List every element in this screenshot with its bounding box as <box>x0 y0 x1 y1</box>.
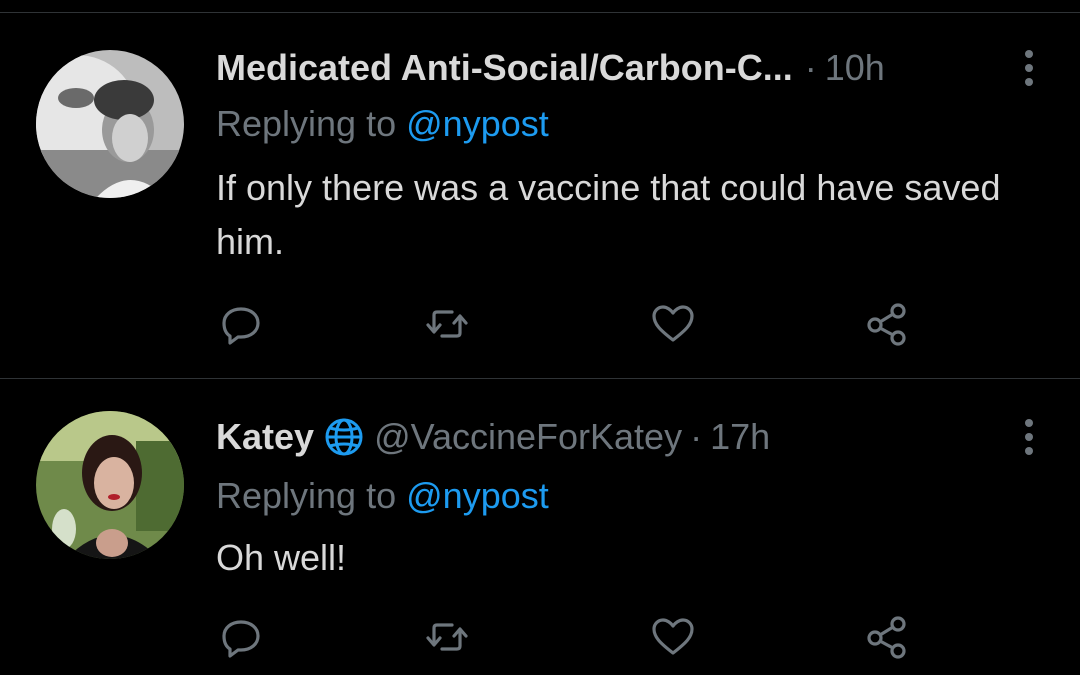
reply-icon[interactable] <box>218 614 264 660</box>
meta-separator: · <box>804 47 817 88</box>
timestamp[interactable]: 17h <box>710 416 770 458</box>
replying-to-mention[interactable]: @nypost <box>406 103 549 144</box>
replying-to: Replying to @nypost <box>216 475 549 517</box>
tweet-header: Katey @VaccineForKatey · 17h <box>216 412 1040 462</box>
tweet-text: Oh well! <box>216 537 347 578</box>
tweet-reply[interactable]: Medicated Anti-Social/Carbon-C... · 10h … <box>0 13 1080 378</box>
share-icon[interactable] <box>864 614 910 660</box>
replying-to: Replying to @nypost <box>216 103 549 145</box>
replying-to-label: Replying to <box>216 475 397 516</box>
more-options-icon[interactable] <box>1022 48 1036 88</box>
retweet-icon[interactable] <box>424 301 470 347</box>
tweet-reply[interactable]: Katey @VaccineForKatey · 17h Replying to… <box>0 379 1080 675</box>
avatar[interactable] <box>36 50 184 198</box>
tweet-actions <box>216 301 936 347</box>
like-icon[interactable] <box>650 301 696 347</box>
display-name[interactable]: Katey <box>216 416 314 458</box>
replying-to-label: Replying to <box>216 103 397 144</box>
timestamp[interactable]: 10h <box>825 47 885 89</box>
user-handle[interactable]: @VaccineForKatey <box>374 416 682 458</box>
tweet-text: If only there was a vaccine that could h… <box>216 167 1001 262</box>
globe-icon <box>324 417 364 457</box>
avatar[interactable] <box>36 411 184 559</box>
like-icon[interactable] <box>650 614 696 660</box>
meta-separator: · <box>690 416 703 457</box>
retweet-icon[interactable] <box>424 614 470 660</box>
tweet-actions <box>216 614 936 660</box>
more-options-icon[interactable] <box>1022 417 1036 457</box>
display-name[interactable]: Medicated Anti-Social/Carbon-C... <box>216 47 793 89</box>
share-icon[interactable] <box>864 301 910 347</box>
reply-icon[interactable] <box>218 301 264 347</box>
tweet-header: Medicated Anti-Social/Carbon-C... · 10h <box>216 43 1040 93</box>
replying-to-mention[interactable]: @nypost <box>406 475 549 516</box>
